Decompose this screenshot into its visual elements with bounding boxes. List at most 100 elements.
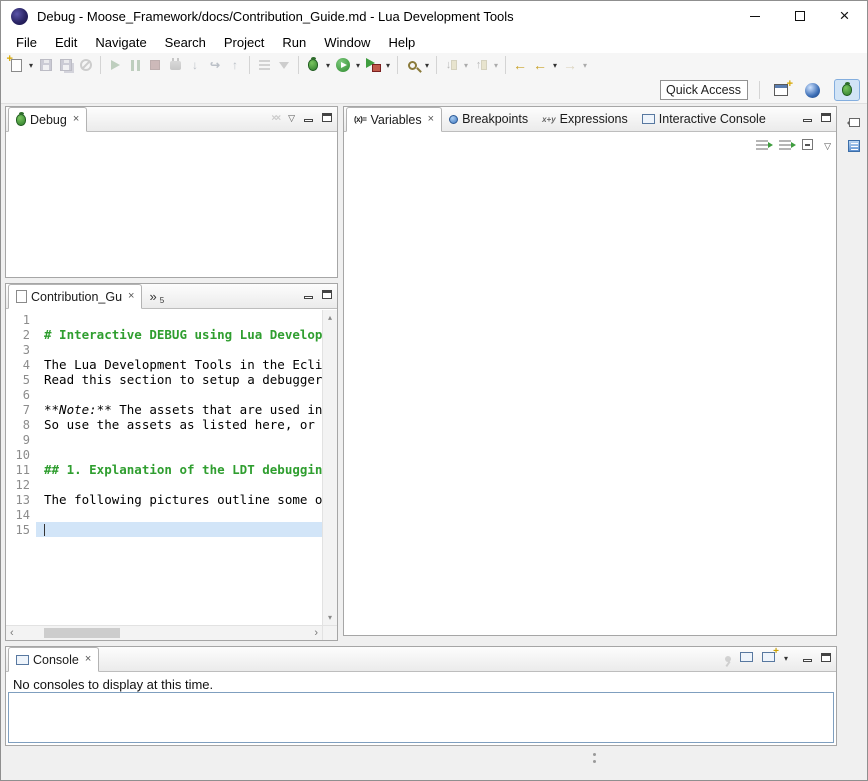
tab-breakpoints[interactable]: Breakpoints [442,107,535,131]
tab-contribution-guide[interactable]: Contribution_Gu × [8,284,142,309]
scroll-left-icon[interactable]: ‹ [10,627,14,639]
maximize-view-icon[interactable] [821,109,831,127]
debug-perspective-button[interactable] [834,79,860,101]
scroll-down-icon[interactable]: ▾ [328,613,332,622]
line-number[interactable]: 8 [6,418,36,432]
app-icon[interactable] [11,8,28,25]
line-number[interactable]: 9 [6,433,36,447]
step-return-button[interactable]: ↑ [225,54,245,76]
line-number[interactable]: 5 [6,373,36,387]
menu-file[interactable]: File [7,31,46,53]
line-number[interactable]: 10 [6,448,36,462]
open-perspective-button[interactable] [771,79,791,101]
use-step-filters-button[interactable] [274,54,294,76]
next-annotation-button[interactable]: ↓ [441,54,461,76]
maximize-view-icon[interactable] [821,649,831,667]
terminate-button[interactable] [145,54,165,76]
new-wizard-dropdown[interactable]: ▾ [26,54,36,76]
hidden-editors-chevron[interactable]: » 5 [142,284,171,308]
show-type-names-icon[interactable] [779,137,791,155]
close-window-button[interactable]: × [822,1,867,31]
line-number[interactable]: 14 [6,508,36,522]
line-number[interactable]: 7 [6,403,36,417]
restore-minimized-view-button[interactable] [843,111,865,133]
sash-handle[interactable] [593,753,597,767]
line-number[interactable]: 15 [6,523,36,537]
display-selected-console-icon[interactable] [740,649,753,667]
tab-debug[interactable]: Debug × [8,107,87,132]
scroll-right-icon[interactable]: › [314,627,318,639]
open-console-icon[interactable] [762,649,775,667]
close-tab-icon[interactable]: × [428,114,434,125]
quick-access-box[interactable]: Quick Access [660,80,748,100]
minimized-view-button[interactable] [843,135,865,157]
menu-search[interactable]: Search [156,31,215,53]
collapse-all-icon[interactable] [802,137,813,155]
horizontal-scrollbar[interactable]: ‹ › [6,625,322,640]
back-button[interactable]: ← [530,54,550,76]
remove-all-terminated-icon[interactable]: ×× [271,113,279,124]
menu-window[interactable]: Window [315,31,379,53]
console-page-area[interactable] [8,692,834,743]
previous-annotation-dropdown[interactable]: ▾ [491,54,501,76]
run-dropdown[interactable]: ▾ [353,54,363,76]
resume-button[interactable] [105,54,125,76]
close-tab-icon[interactable]: × [128,291,134,302]
editor-text-area[interactable]: 1 2# Interactive DEBUG using Lua Develop… [6,310,322,625]
menu-edit[interactable]: Edit [46,31,86,53]
maximize-view-icon[interactable] [322,109,332,127]
skip-breakpoints-button[interactable] [76,54,96,76]
close-tab-icon[interactable]: × [73,114,79,125]
menu-help[interactable]: Help [379,31,424,53]
last-edit-location-button[interactable]: ← [510,54,530,76]
save-button[interactable] [36,54,56,76]
new-wizard-button[interactable] [6,54,26,76]
view-menu-icon[interactable]: ▽ [288,114,295,123]
menu-project[interactable]: Project [215,31,273,53]
next-annotation-dropdown[interactable]: ▾ [461,54,471,76]
open-console-dropdown[interactable]: ▾ [784,654,794,663]
tab-expressions[interactable]: x+y Expressions [535,107,635,131]
scrollbar-thumb[interactable] [44,628,120,638]
minimize-view-icon[interactable] [304,286,313,304]
step-into-button[interactable]: ↓ [185,54,205,76]
back-dropdown[interactable]: ▾ [550,54,560,76]
debug-dropdown[interactable]: ▾ [323,54,333,76]
search-dropdown[interactable]: ▾ [422,54,432,76]
minimize-view-icon[interactable] [304,109,313,127]
lua-perspective-button[interactable] [799,79,825,101]
search-button[interactable] [402,54,422,76]
forward-button[interactable]: → [560,54,580,76]
run-button[interactable] [333,54,353,76]
forward-dropdown[interactable]: ▾ [580,54,590,76]
scroll-up-icon[interactable]: ▴ [328,313,332,322]
line-number[interactable]: 3 [6,343,36,357]
debug-button[interactable] [303,54,323,76]
line-number[interactable]: 6 [6,388,36,402]
tab-interactive-console[interactable]: Interactive Console [635,107,773,131]
save-all-button[interactable] [56,54,76,76]
line-number[interactable]: 11 [6,463,36,477]
line-number[interactable]: 12 [6,478,36,492]
maximize-view-icon[interactable] [322,286,332,304]
pin-console-icon[interactable] [725,649,731,667]
disconnect-button[interactable] [165,54,185,76]
step-over-button[interactable]: ↪ [205,54,225,76]
maximize-window-button[interactable] [777,1,822,31]
close-tab-icon[interactable]: × [85,654,91,665]
vertical-scrollbar[interactable]: ▴ ▾ [322,310,337,625]
tab-console[interactable]: Console × [8,647,99,672]
show-logical-structures-icon[interactable] [756,137,768,155]
external-tools-button[interactable] [363,54,383,76]
line-number[interactable]: 4 [6,358,36,372]
line-number[interactable]: 2 [6,328,36,342]
view-menu-icon[interactable]: ▽ [824,142,831,151]
tab-variables[interactable]: (x)= Variables × [346,107,442,132]
menu-navigate[interactable]: Navigate [86,31,155,53]
minimize-window-button[interactable] [732,1,777,31]
minimize-view-icon[interactable] [803,649,812,667]
drop-to-frame-button[interactable] [254,54,274,76]
menu-run[interactable]: Run [273,31,315,53]
external-tools-dropdown[interactable]: ▾ [383,54,393,76]
line-number[interactable]: 13 [6,493,36,507]
